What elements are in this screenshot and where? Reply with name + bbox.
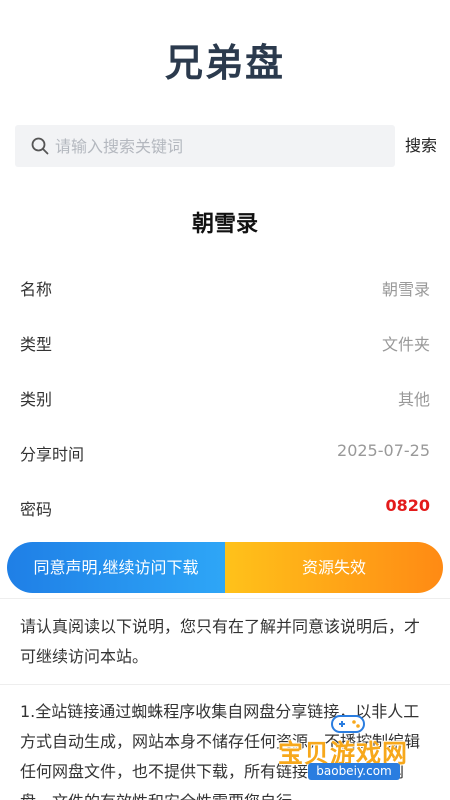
info-row-category: 类别 其他 [20,386,430,416]
action-bar: 同意声明,继续访问下载 资源失效 [7,542,443,593]
info-row-share-time: 分享时间 2025-07-25 [20,441,430,471]
info-label: 类别 [20,390,53,409]
search-box[interactable] [15,125,395,167]
watermark: 宝贝游戏网 baobeiy.com [278,712,443,782]
watermark-url: baobeiy.com [308,763,400,780]
agree-download-button[interactable]: 同意声明,继续访问下载 [7,542,225,593]
info-row-name: 名称 朝雪录 [20,276,430,306]
gamepad-icon [331,715,365,733]
info-row-type: 类型 文件夹 [20,331,430,361]
info-label: 名称 [20,280,53,299]
divider [0,684,450,685]
search-bar: 搜索 [15,125,437,167]
info-label: 类型 [20,335,53,354]
info-value: 文件夹 [381,335,430,354]
info-value: 2025-07-25 [337,441,430,460]
search-icon [31,137,49,155]
resource-title: 朝雪录 [191,212,258,237]
info-value: 其他 [397,390,430,409]
divider [0,598,450,599]
password-value: 0820 [385,496,430,515]
info-value: 朝雪录 [381,280,430,299]
search-button[interactable]: 搜索 [401,125,441,167]
info-row-password: 密码 0820 [20,496,430,526]
report-invalid-button[interactable]: 资源失效 [225,542,443,593]
info-label: 密码 [20,500,53,519]
search-input[interactable] [55,125,385,167]
site-logo[interactable]: 兄弟盘 [0,32,450,87]
info-label: 分享时间 [20,445,85,464]
notice-intro: 请认真阅读以下说明，您只有在了解并同意该说明后，才可继续访问本站。 [20,617,421,666]
